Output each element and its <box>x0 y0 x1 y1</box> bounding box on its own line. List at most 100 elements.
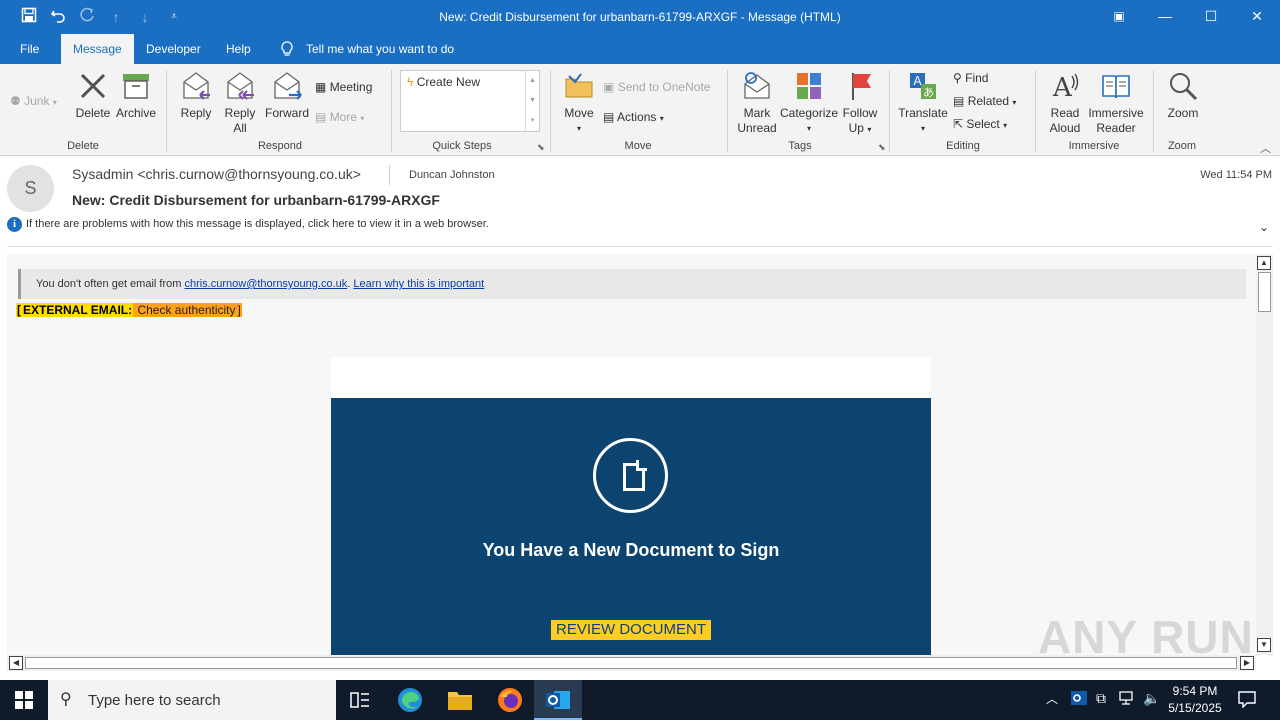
read-aloud-icon: A <box>1044 70 1086 106</box>
external-email-label: EXTERNAL EMAIL: <box>22 303 134 317</box>
firefox-icon[interactable] <box>486 680 534 720</box>
minimize-button[interactable]: — <box>1142 0 1188 34</box>
archive-button[interactable]: Archive <box>114 70 158 121</box>
forward-button[interactable]: Forward <box>264 70 310 121</box>
vertical-scrollbar[interactable]: ▲ ▼ <box>1256 254 1273 655</box>
recipient[interactable]: Duncan Johnston <box>409 169 495 181</box>
group-label-respond: Respond <box>257 140 303 152</box>
windows-start-icon[interactable] <box>0 680 48 720</box>
review-document-button[interactable]: REVIEW DOCUMENT <box>551 620 711 640</box>
scroll-left-icon[interactable]: ◀ <box>9 656 23 670</box>
show-hidden-icons[interactable]: ︿ <box>1046 690 1058 707</box>
edge-icon[interactable] <box>386 680 434 720</box>
create-new-quick-step[interactable]: ϟ Create New <box>407 74 480 90</box>
select-cursor-icon: ⇱ <box>953 117 964 131</box>
task-view-icon[interactable] <box>336 680 384 720</box>
immersive-reader-icon <box>1086 70 1146 106</box>
ribbon-display-icon[interactable]: ▣ <box>1096 0 1142 34</box>
quick-steps-launcher-icon[interactable]: ⬊ <box>537 142 545 153</box>
scroll-thumb[interactable] <box>1258 272 1271 312</box>
device-tray-icon[interactable]: ⧉ <box>1096 690 1106 707</box>
header-separator <box>7 246 1273 247</box>
gallery-scroll[interactable]: ▲ ▼ ▾ <box>525 71 539 131</box>
ribbon-tabs: File Message Developer Help Tell me what… <box>0 34 1280 64</box>
sender[interactable]: Sysadmin <chris.curnow@thornsyoung.co.uk… <box>72 166 361 182</box>
maximize-button[interactable]: ☐ <box>1188 0 1234 34</box>
group-divider <box>391 70 392 152</box>
group-divider <box>889 70 890 152</box>
read-aloud-button[interactable]: A Read Aloud <box>1044 70 1086 136</box>
meeting-button[interactable]: ▦ Meeting <box>315 79 372 95</box>
junk-button[interactable]: ⚉ Junk ▾ <box>10 93 57 111</box>
outlook-tray-icon[interactable] <box>1071 690 1087 709</box>
categorize-icon <box>780 70 838 106</box>
card-body: You Have a New Document to Sign REVIEW D… <box>331 398 931 655</box>
move-button[interactable]: Move ▾ <box>558 70 600 136</box>
document-icon <box>593 438 668 513</box>
quick-steps-gallery[interactable]: ϟ Create New ▲ ▼ ▾ <box>400 70 540 132</box>
message-date: Wed 11:54 PM <box>1200 169 1272 181</box>
immersive-reader-button[interactable]: Immersive Reader <box>1086 70 1146 136</box>
mark-unread-icon <box>735 70 779 106</box>
group-divider <box>166 70 167 152</box>
follow-up-button[interactable]: Follow Up ▾ <box>840 70 880 137</box>
lightbulb-icon <box>280 34 294 64</box>
select-button[interactable]: ⇱ Select ▾ <box>953 116 1007 134</box>
translate-button[interactable]: Aあ Translate ▾ <box>897 70 949 136</box>
expand-header-icon[interactable]: ⌄ <box>1259 220 1269 234</box>
archive-icon <box>114 70 158 106</box>
subject: New: Credit Disbursement for urbanbarn-6… <box>72 192 440 208</box>
reply-button[interactable]: Reply <box>176 70 216 121</box>
tell-me-search[interactable]: Tell me what you want to do <box>306 34 454 64</box>
delete-button[interactable]: Delete <box>72 70 114 121</box>
group-divider <box>1035 70 1036 152</box>
tab-developer[interactable]: Developer <box>146 34 201 64</box>
taskbar: ⚲ Type here to search ︿ ⧉ 🔈 9:54 PM 5/15… <box>0 680 1280 720</box>
more-icon: ▤ <box>315 110 327 124</box>
external-email-banner: [EXTERNAL EMAIL: Check authenticity] <box>16 303 242 317</box>
group-label-tags: Tags <box>788 140 812 152</box>
network-icon[interactable] <box>1119 690 1135 709</box>
collapse-ribbon-icon[interactable]: ︿ <box>1260 140 1271 156</box>
svg-text:A: A <box>1052 73 1073 102</box>
first-contact-notice: You don't often get email from chris.cur… <box>18 269 1246 299</box>
translate-icon: Aあ <box>897 70 949 106</box>
learn-why-link[interactable]: Learn why this is important <box>353 278 484 290</box>
notifications-icon[interactable] <box>1238 690 1256 711</box>
find-button[interactable]: ⚲ Find <box>953 70 988 86</box>
scroll-down-icon[interactable]: ▼ <box>1257 638 1271 652</box>
lightning-icon: ϟ <box>407 75 414 89</box>
related-icon: ▤ <box>953 94 965 108</box>
message-body: You don't often get email from chris.cur… <box>7 254 1257 655</box>
more-button[interactable]: ▤ More ▾ <box>315 109 364 127</box>
actions-button[interactable]: ▤ Actions ▾ <box>603 109 664 127</box>
card-title: You Have a New Document to Sign <box>482 540 780 560</box>
mark-unread-button[interactable]: Mark Unread <box>735 70 779 136</box>
clock-date: 5/15/2025 <box>1168 701 1222 715</box>
related-button[interactable]: ▤ Related ▾ <box>953 93 1016 111</box>
close-button[interactable]: ✕ <box>1234 0 1280 34</box>
zoom-button[interactable]: Zoom <box>1162 70 1204 121</box>
document-card: You Have a New Document to Sign REVIEW D… <box>331 358 931 655</box>
taskbar-search[interactable]: ⚲ Type here to search <box>48 680 336 720</box>
move-folder-icon <box>558 70 600 106</box>
tags-launcher-icon[interactable]: ⬊ <box>878 142 886 153</box>
categorize-button[interactable]: Categorize ▾ <box>780 70 838 136</box>
reply-all-button[interactable]: Reply All <box>220 70 260 136</box>
delete-icon <box>72 70 114 106</box>
tab-file[interactable]: File <box>20 34 39 64</box>
search-icon: ⚲ <box>60 691 72 708</box>
file-explorer-icon[interactable] <box>436 680 484 720</box>
info-bar[interactable]: If there are problems with how this mess… <box>26 218 489 230</box>
clock[interactable]: 9:54 PM 5/15/2025 <box>1166 683 1224 717</box>
tab-message[interactable]: Message <box>61 34 134 64</box>
scroll-up-icon[interactable]: ▲ <box>1257 256 1271 270</box>
tab-help[interactable]: Help <box>226 34 251 64</box>
actions-icon: ▤ <box>603 110 615 124</box>
volume-icon[interactable]: 🔈 <box>1143 690 1160 707</box>
outlook-taskbar-icon[interactable] <box>534 680 582 720</box>
send-to-onenote-button[interactable]: ▣ Send to OneNote <box>603 79 710 95</box>
group-divider <box>727 70 728 152</box>
svg-text:あ: あ <box>923 86 934 99</box>
sender-email-link[interactable]: chris.curnow@thornsyoung.co.uk <box>184 278 347 290</box>
